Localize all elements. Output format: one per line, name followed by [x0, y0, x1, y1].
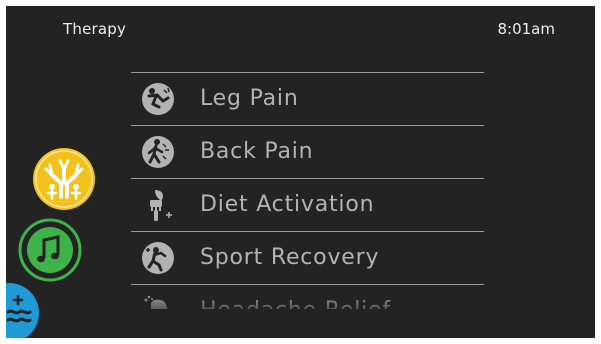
back-pain-icon — [141, 135, 175, 169]
water-waves-icon — [6, 283, 39, 338]
menu-item-leg-pain[interactable]: Leg Pain — [131, 73, 484, 126]
clock: 8:01am — [497, 20, 556, 38]
music-button[interactable] — [18, 218, 82, 282]
headache-relief-icon — [141, 294, 175, 309]
music-note-icon — [18, 218, 82, 282]
sport-recovery-icon — [141, 241, 175, 275]
therapy-screen: Therapy 8:01am Leg Pain Back Pain Diet A… — [6, 6, 595, 338]
diet-activation-icon — [141, 188, 175, 222]
menu-item-label: Headache Relief — [200, 298, 391, 309]
water-button[interactable] — [6, 282, 40, 338]
menu-item-label: Sport Recovery — [200, 245, 380, 270]
therapy-button[interactable] — [32, 147, 96, 211]
page-title: Therapy — [63, 20, 127, 38]
menu-item-diet-activation[interactable]: Diet Activation — [131, 179, 484, 232]
menu-item-headache-relief[interactable]: Headache Relief — [131, 285, 484, 309]
menu-item-label: Back Pain — [200, 139, 314, 164]
leg-pain-icon — [141, 82, 175, 116]
menu-item-sport-recovery[interactable]: Sport Recovery — [131, 232, 484, 285]
menu-item-label: Leg Pain — [200, 86, 299, 111]
tree-people-icon — [33, 148, 95, 210]
therapy-menu: Leg Pain Back Pain Diet Activation Sport… — [131, 72, 484, 309]
menu-item-back-pain[interactable]: Back Pain — [131, 126, 484, 179]
menu-item-label: Diet Activation — [200, 192, 375, 217]
